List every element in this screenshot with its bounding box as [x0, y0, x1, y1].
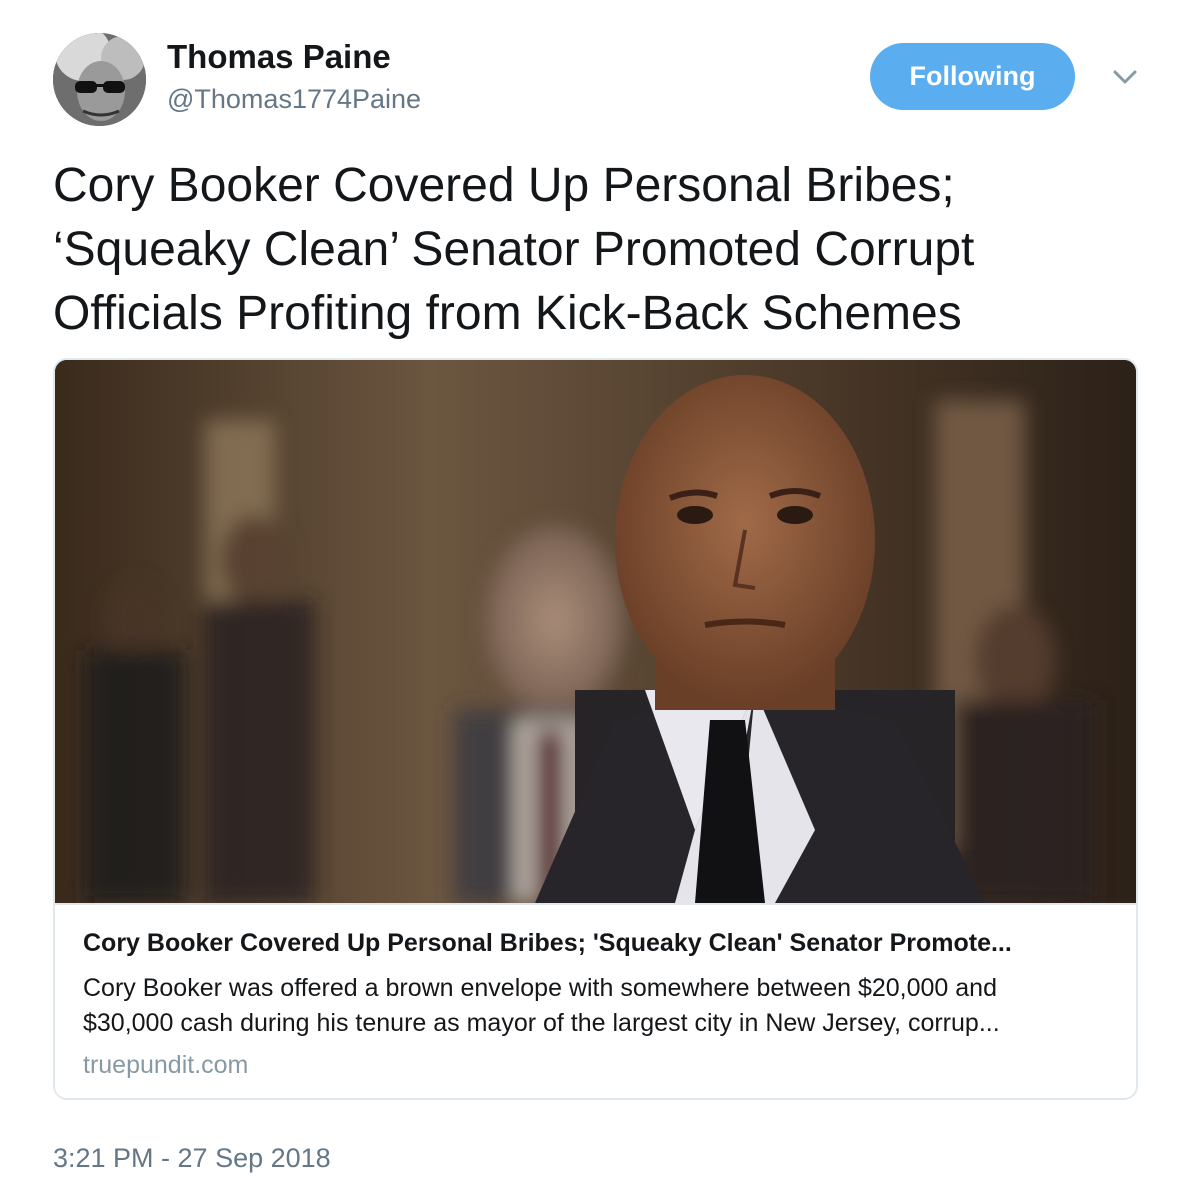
card-image: [55, 360, 1136, 903]
tweet-timestamp[interactable]: 3:21 PM - 27 Sep 2018: [53, 1143, 331, 1174]
tweet-menu-button[interactable]: [1110, 64, 1140, 90]
tweet-text-line: Cory Booker Covered Up Personal Bribes;: [53, 159, 955, 212]
author-name[interactable]: Thomas Paine: [167, 38, 391, 76]
card-description-line: Cory Booker was offered a brown envelope…: [83, 974, 997, 1002]
tweet-text-line: Officials Profiting from Kick-Back Schem…: [53, 287, 962, 340]
card-domain: truepundit.com: [83, 1051, 249, 1079]
tweet-text-line: ‘Squeaky Clean’ Senator Promoted Corrupt: [53, 223, 975, 276]
tweet-text: Cory Booker Covered Up Personal Bribes; …: [53, 154, 1153, 346]
following-button[interactable]: Following: [870, 43, 1075, 110]
author-handle[interactable]: @Thomas1774Paine: [167, 84, 421, 115]
avatar-image: [53, 33, 146, 126]
card-photo: [55, 360, 1136, 903]
chevron-down-icon: [1113, 70, 1137, 84]
link-preview-card[interactable]: Cory Booker Covered Up Personal Bribes; …: [53, 358, 1138, 1100]
card-body: Cory Booker Covered Up Personal Bribes; …: [55, 903, 1136, 1098]
card-description: Cory Booker was offered a brown envelope…: [83, 971, 1113, 1041]
card-title: Cory Booker Covered Up Personal Bribes; …: [83, 929, 1012, 957]
card-description-line: $30,000 cash during his tenure as mayor …: [83, 1009, 1000, 1037]
author-avatar[interactable]: [53, 33, 146, 126]
